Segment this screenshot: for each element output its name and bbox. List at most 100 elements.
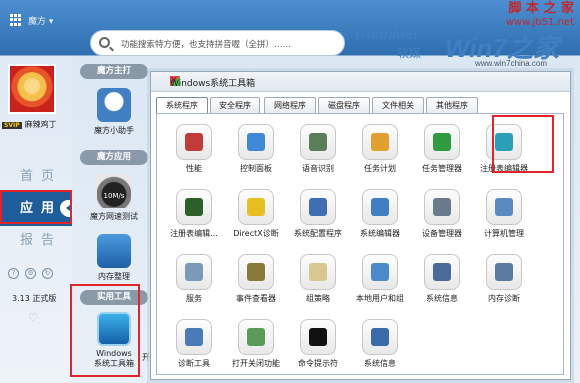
search-box[interactable]: 功能搜索特方便，也支持拼音喔（全拼）……: [90, 30, 345, 56]
left-sidebar: SVIP 麻辣鸡丁 首页 应用 报告 ? ⚙ ↻ 3.13 正式版 ♡: [0, 56, 73, 383]
tool-label: DirectX诊断: [233, 229, 279, 238]
tool-label: 注册表编辑...: [170, 229, 218, 238]
tool-label: 计算机管理: [484, 229, 524, 238]
diagnostic-tool-icon: [176, 319, 212, 355]
tool-label: 诊断工具: [178, 359, 210, 368]
tool-group-policy[interactable]: 组策略: [287, 250, 349, 310]
tool-label: 命令提示符: [298, 359, 338, 368]
tool-memory-diagnostic[interactable]: 内存诊断: [473, 250, 535, 310]
tool-label: 事件查看器: [236, 294, 276, 303]
left-tools: ? ⚙ ↻: [8, 268, 68, 282]
tool-computer-management[interactable]: 计算机管理: [473, 185, 535, 245]
tool-label: 性能: [186, 164, 202, 173]
tool-services[interactable]: 服务: [163, 250, 225, 310]
item-wintools[interactable]: Windows 系统工具箱: [76, 312, 152, 369]
tab-security[interactable]: 安全程序: [210, 97, 260, 113]
tool-label: 组策略: [306, 294, 330, 303]
tool-label: 服务: [186, 294, 202, 303]
tool-label: 内存诊断: [488, 294, 520, 303]
tab-network[interactable]: 网络程序: [264, 97, 316, 113]
tool-label: 系统配置程序: [294, 229, 342, 238]
tool-event-viewer[interactable]: 事件查看器: [225, 250, 287, 310]
section-apps: 魔方应用: [80, 150, 148, 165]
menu-grid-icon[interactable]: [10, 14, 22, 26]
user-name-row: SVIP 麻辣鸡丁: [2, 119, 72, 130]
app-title[interactable]: 魔方 ▾: [28, 14, 53, 27]
memory-diagnostic-icon: [486, 254, 522, 290]
tool-system-info[interactable]: 系统信息: [411, 250, 473, 310]
ruanmei-logo: RuanMei: [355, 26, 418, 43]
section-tools: 实用工具: [80, 290, 148, 305]
tool-sysedit[interactable]: 系统编辑器: [349, 185, 411, 245]
tool-label: 系统编辑器: [360, 229, 400, 238]
tool-device-manager[interactable]: 设备管理器: [411, 185, 473, 245]
regedit-console-icon: [176, 189, 212, 225]
wintools-label: Windows 系统工具箱: [94, 349, 134, 368]
nav-home[interactable]: 首页: [0, 160, 72, 194]
tab-disk[interactable]: 磁盘程序: [318, 97, 370, 113]
tool-performance[interactable]: 性能: [163, 120, 225, 180]
section-main: 魔方主打: [80, 64, 148, 79]
tool-task-scheduler[interactable]: 任务计划: [349, 120, 411, 180]
tool-speech-recognition[interactable]: 语音识别: [287, 120, 349, 180]
tool-local-users[interactable]: 本地用户和组: [349, 250, 411, 310]
tool-label: 任务计划: [364, 164, 396, 173]
speech-recognition-icon: [300, 124, 336, 160]
event-viewer-icon: [238, 254, 274, 290]
dialog-title-bar: Windows系统工具箱 ✕: [151, 72, 570, 92]
tool-msconfig[interactable]: 系统配置程序: [287, 185, 349, 245]
watermark: 脚 本 之 家 www.jb51.net: [506, 2, 574, 30]
tool-cmd[interactable]: 命令提示符: [287, 315, 349, 375]
version-label: 3.13 正式版: [12, 294, 57, 303]
title-bar: 魔方 ▾: [0, 0, 580, 28]
tool-task-manager[interactable]: 任务管理器: [411, 120, 473, 180]
svip-badge: SVIP: [2, 122, 22, 129]
system-tools-dialog: Windows系统工具箱 ✕ 系统程序 安全程序 网络程序 磁盘程序 文件相关 …: [150, 71, 571, 380]
tool-label: 本地用户和组: [356, 294, 404, 303]
tools-grid: 性能 控制面板 语音识别 任务计划 任务管理器 注册表编辑器注册表编辑... DirectX…: [156, 113, 564, 375]
computer-management-icon: [486, 189, 522, 225]
system-info-2-icon: [362, 319, 398, 355]
system-info-icon: [424, 254, 460, 290]
help-icon[interactable]: ?: [8, 268, 19, 279]
search-icon: [99, 37, 110, 48]
tool-regedit[interactable]: 注册表编辑器: [473, 120, 535, 180]
tool-control-panel[interactable]: 控制面板: [225, 120, 287, 180]
performance-icon: [176, 124, 212, 160]
heart-icon[interactable]: ♡: [28, 311, 38, 324]
tool-directx[interactable]: DirectX诊断: [225, 185, 287, 245]
user-name[interactable]: 麻辣鸡丁: [25, 120, 57, 129]
windows-features-icon: [238, 319, 274, 355]
app-window: 魔方 ▾ 脚 本 之 家 www.jb51.net 功能搜索特方便，也支持拼音喔…: [0, 0, 580, 383]
item-helper[interactable]: 魔方小助手: [76, 88, 152, 136]
tab-other[interactable]: 其他程序: [426, 97, 478, 113]
task-manager-icon: [424, 124, 460, 160]
speedometer-icon: 10M/s: [97, 174, 131, 208]
settings-icon[interactable]: ⚙: [25, 268, 36, 279]
tool-system-info-2[interactable]: 系统信息: [349, 315, 411, 375]
avatar[interactable]: [8, 64, 56, 114]
nav-report[interactable]: 报告: [0, 224, 72, 258]
tool-label: 注册表编辑器: [480, 164, 528, 173]
tool-windows-features[interactable]: 打开关闭功能: [225, 315, 287, 375]
item-memory[interactable]: 内存整理: [76, 234, 152, 282]
tab-files[interactable]: 文件相关: [372, 97, 424, 113]
close-icon[interactable]: ✕: [170, 76, 562, 86]
helper-icon: [97, 88, 131, 122]
tool-label: 系统信息: [364, 359, 396, 368]
tool-label: 系统信息: [426, 294, 458, 303]
tool-diagnostic-tool[interactable]: 诊断工具: [163, 315, 225, 375]
search-placeholder: 功能搜索特方便，也支持拼音喔（全拼）……: [121, 40, 292, 50]
tool-label: 控制面板: [240, 164, 272, 173]
device-manager-icon: [424, 189, 460, 225]
control-panel-icon: [238, 124, 274, 160]
windows-toolbox-icon: [97, 312, 131, 346]
item-speedtest[interactable]: 10M/s 魔方网速测试: [76, 174, 152, 222]
tool-label: 任务管理器: [422, 164, 462, 173]
sysedit-icon: [362, 189, 398, 225]
tab-system[interactable]: 系统程序: [156, 97, 208, 114]
tool-regedit-console[interactable]: 注册表编辑...: [163, 185, 225, 245]
task-scheduler-icon: [362, 124, 398, 160]
refresh-icon[interactable]: ↻: [42, 268, 53, 279]
app-list: 魔方主打 魔方小助手 魔方应用 10M/s 魔方网速测试 内存整理 实用工具 W…: [76, 62, 152, 383]
